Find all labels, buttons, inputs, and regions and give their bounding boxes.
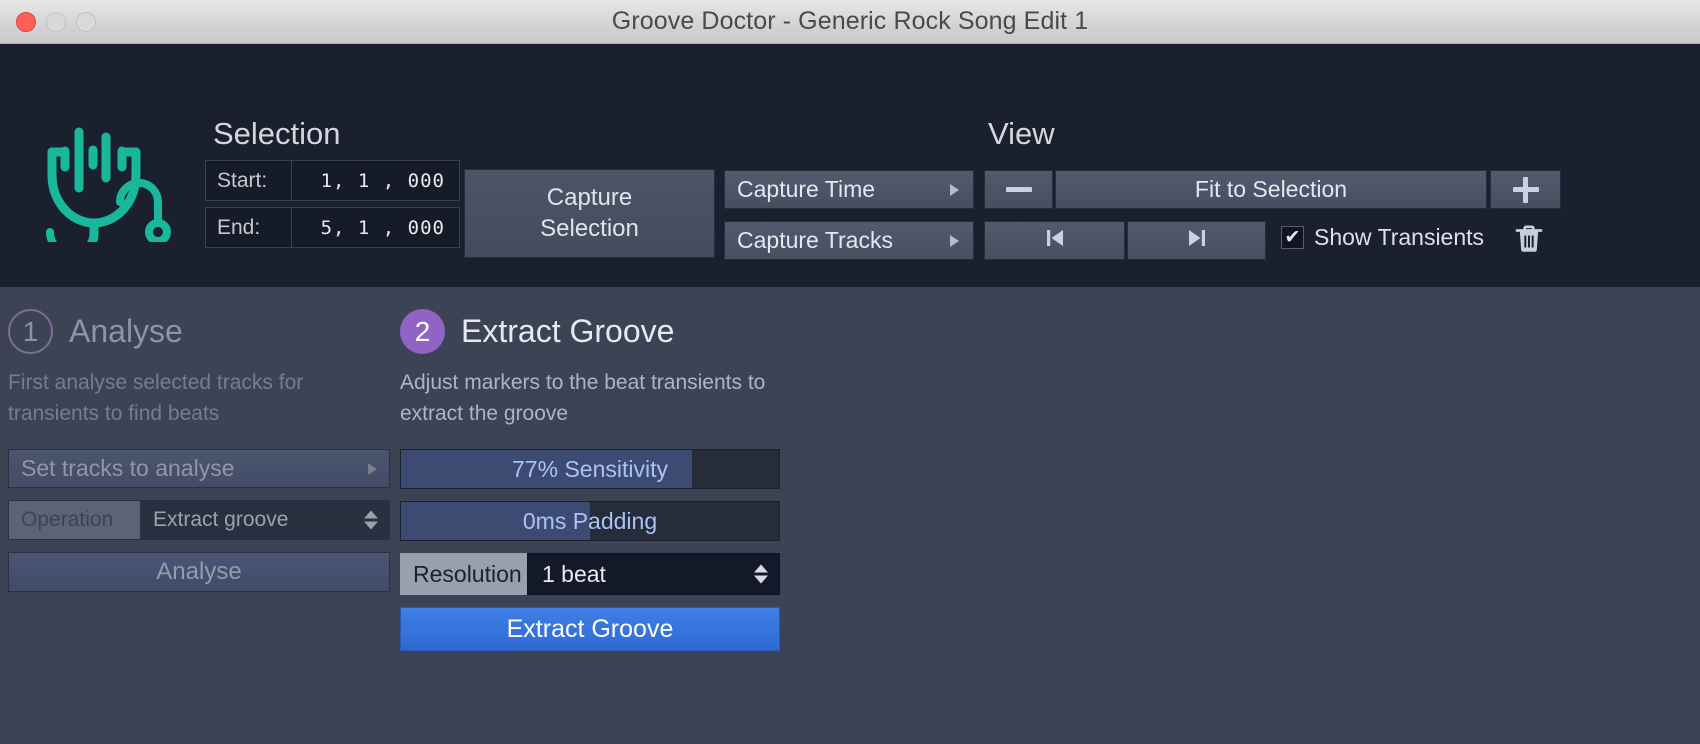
step-2-badge: 2 [400,309,445,354]
padding-label: 0ms Padding [522,507,658,534]
resolution-select[interactable]: 1 beat [527,553,780,595]
steps-panel: 1 Analyse First analyse selected tracks … [0,287,1700,744]
capture-time-label: Capture Time [737,176,876,202]
selection-group: Selection Start: 1, 1 , 000 End: 5, 1 , … [205,116,460,254]
extract-description: Adjust markers to the beat transients to… [400,371,766,426]
analyse-description: First analyse selected tracks for transi… [8,371,304,426]
operation-row[interactable]: Operation Extract groove [8,500,390,540]
analyse-step-header: 1 Analyse [8,309,390,354]
selection-end-value[interactable]: 5, 1 , 000 [292,208,459,247]
checkbox-checkmark-icon[interactable]: ✔ [1281,226,1304,249]
stepper-arrows-icon[interactable] [364,510,378,530]
extract-title: Extract Groove [461,313,675,349]
extract-step-header: 2 Extract Groove [400,309,782,354]
skip-to-start-icon [1043,226,1067,256]
resolution-value: 1 beat [542,560,606,587]
set-tracks-label: Set tracks to analyse [21,455,235,481]
analyse-button[interactable]: Analyse [8,552,390,592]
operation-value: Extract groove [153,508,289,531]
resolution-row[interactable]: Resolution 1 beat [400,553,780,595]
analyse-column: 1 Analyse First analyse selected tracks … [8,309,390,592]
fit-to-selection-button[interactable]: Fit to Selection [1055,170,1487,209]
operation-label: Operation [9,501,140,539]
fit-to-selection-label: Fit to Selection [1194,176,1348,202]
selection-title: Selection [213,116,341,151]
selection-end-label: End: [206,208,292,247]
capture-time-menu[interactable]: Capture Time [724,170,974,209]
sensitivity-label: 77% Sensitivity [512,455,668,482]
show-transients-checkbox[interactable]: ✔ Show Transients [1281,224,1484,251]
stethoscope-waveform-logo [34,106,172,259]
extract-column: 2 Extract Groove Adjust markers to the b… [400,309,782,651]
skip-to-end-button[interactable] [1127,221,1266,260]
minus-icon [1005,187,1032,192]
selection-end-row[interactable]: End: 5, 1 , 000 [205,207,460,248]
show-transients-label: Show Transients [1314,224,1485,250]
plus-icon [1512,176,1539,203]
analyse-title: Analyse [69,313,183,349]
chevron-right-icon [950,234,959,247]
step-1-badge: 1 [8,309,53,354]
title-bar: Groove Doctor - Generic Rock Song Edit 1 [0,0,1700,44]
resolution-label: Resolution [400,553,527,595]
app-window: Groove Doctor - Generic Rock Song Edit 1 [0,0,1700,744]
window-title: Groove Doctor - Generic Rock Song Edit 1 [611,7,1089,35]
analyse-controls: Set tracks to analyse Operation Extract … [8,449,390,592]
selection-start-value[interactable]: 1, 1 , 000 [292,161,459,200]
view-group: View [984,116,1055,160]
analyse-button-label: Analyse [156,558,242,585]
selection-start-row[interactable]: Start: 1, 1 , 000 [205,160,460,201]
skip-to-start-button[interactable] [984,221,1125,260]
capture-tracks-label: Capture Tracks [737,227,893,253]
chevron-right-icon [368,462,377,475]
stepper-arrows-icon[interactable] [754,564,768,584]
set-tracks-to-analyse-button[interactable]: Set tracks to analyse [8,449,390,488]
selection-start-label: Start: [206,161,292,200]
chevron-right-icon [950,183,959,196]
view-title: View [988,116,1055,151]
extract-groove-button-label: Extract Groove [506,614,674,643]
padding-slider[interactable]: 0ms Padding [400,501,780,541]
operation-select[interactable]: Extract groove [140,501,389,539]
trash-icon[interactable] [1512,222,1546,256]
capture-selection-button[interactable]: Capture Selection [464,169,715,258]
zoom-out-button[interactable] [984,170,1053,209]
capture-selection-line2: Selection [540,214,639,242]
extract-controls: 77% Sensitivity 0ms Padding Resolution 1… [400,449,782,651]
capture-selection-line1: Capture [546,183,633,211]
skip-to-end-icon [1185,226,1209,256]
top-toolbar: Selection Start: 1, 1 , 000 End: 5, 1 , … [0,44,1700,287]
zoom-in-button[interactable] [1490,170,1561,209]
extract-groove-button[interactable]: Extract Groove [400,607,780,651]
capture-tracks-menu[interactable]: Capture Tracks [724,221,974,260]
sensitivity-slider[interactable]: 77% Sensitivity [400,449,780,489]
